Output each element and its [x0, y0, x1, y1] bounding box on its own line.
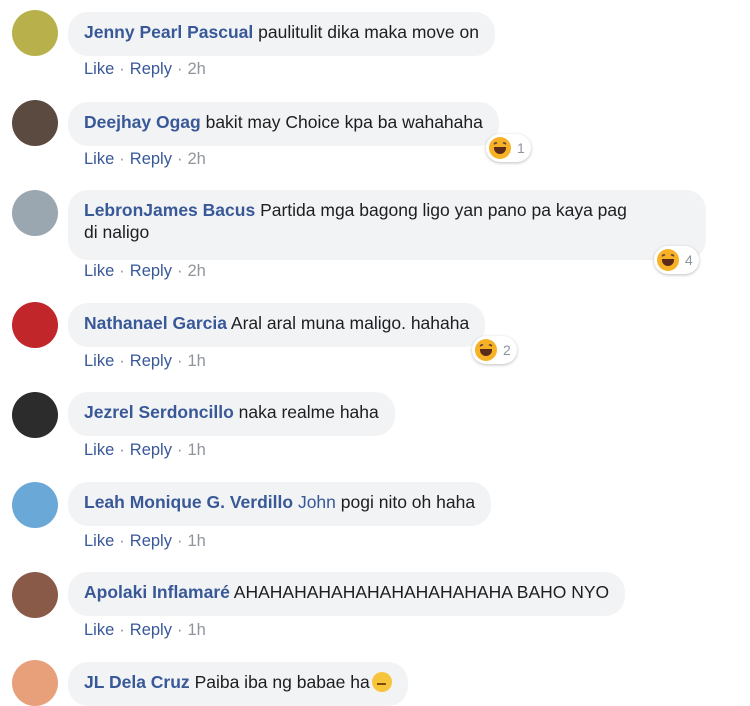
avatar[interactable]: [12, 190, 58, 236]
comment-actions: Like · Reply · 1h: [84, 621, 206, 639]
like-link[interactable]: Like: [84, 532, 114, 550]
like-link[interactable]: Like: [84, 621, 114, 639]
avatar[interactable]: [12, 660, 58, 706]
comment-actions: Like · Reply · 2h: [84, 150, 206, 168]
avatar[interactable]: [12, 572, 58, 618]
comment-time[interactable]: 2h: [187, 150, 205, 168]
comment-author[interactable]: Deejhay Ogag: [84, 112, 201, 132]
comment-text: bakit may Choice kpa ba wahahaha: [205, 112, 483, 132]
avatar[interactable]: [12, 10, 58, 56]
comment-bubble: Nathanael Garcia Aral aral muna maligo. …: [68, 303, 486, 347]
comment-time[interactable]: 1h: [187, 532, 205, 550]
comment-text: Paiba iba ng babae ha: [194, 672, 370, 692]
comment-time[interactable]: 1h: [187, 441, 205, 459]
comment-author[interactable]: Leah Monique G. Verdillo: [84, 492, 293, 512]
haha-reaction-icon: [657, 249, 679, 271]
comment-bubble: Apolaki Inflamaré AHAHAHAHAHAHAHAHAHAHAH…: [68, 572, 626, 616]
reaction-badge[interactable]: 2: [472, 336, 517, 364]
worried-face-icon: [371, 672, 392, 692]
like-link[interactable]: Like: [84, 150, 114, 168]
comment-text: Partida mga bagong ligo yan pano pa kaya…: [260, 200, 627, 220]
comment-bubble: Deejhay Ogag bakit may Choice kpa ba wah…: [68, 102, 499, 146]
reply-link[interactable]: Reply: [130, 60, 172, 78]
mention-link[interactable]: John: [298, 492, 336, 512]
reply-link[interactable]: Reply: [130, 150, 172, 168]
comment-text: Aral aral muna maligo. hahaha: [230, 313, 470, 333]
comment-actions: Like · Reply · 1h: [84, 532, 206, 550]
comment-bubble: Jenny Pearl Pascual paulitulit dika maka…: [68, 12, 495, 56]
avatar[interactable]: [12, 100, 58, 146]
comment-actions: Like · Reply · 1h: [84, 441, 206, 459]
avatar[interactable]: [12, 482, 58, 528]
comment-author[interactable]: JL Dela Cruz: [84, 672, 190, 692]
avatar[interactable]: [12, 392, 58, 438]
reply-link[interactable]: Reply: [130, 621, 172, 639]
comment-actions: Like · Reply · 2h: [84, 60, 206, 78]
reaction-count: 4: [685, 252, 693, 268]
reaction-badge[interactable]: 1: [486, 134, 531, 162]
comment-time[interactable]: 1h: [187, 621, 205, 639]
reaction-count: 2: [503, 342, 511, 358]
comment-text-continued: di naligo: [84, 222, 150, 242]
comment-bubble: JL Dela Cruz Paiba iba ng babae ha: [68, 662, 408, 706]
comment-bubble: LebronJames Bacus Partida mga bagong lig…: [68, 190, 706, 260]
haha-reaction-icon: [489, 137, 511, 159]
like-link[interactable]: Like: [84, 352, 114, 370]
comment-author[interactable]: Jenny Pearl Pascual: [84, 22, 253, 42]
comment-actions: Like · Reply · 1h: [84, 352, 206, 370]
comment-author[interactable]: Jezrel Serdoncillo: [84, 402, 234, 422]
like-link[interactable]: Like: [84, 60, 114, 78]
haha-reaction-icon: [475, 339, 497, 361]
comment-author[interactable]: Apolaki Inflamaré: [84, 582, 230, 602]
comment-time[interactable]: 1h: [187, 352, 205, 370]
reaction-badge[interactable]: 4: [654, 246, 699, 274]
comment-text: pogi nito oh haha: [340, 492, 476, 512]
comment-author[interactable]: LebronJames Bacus: [84, 200, 255, 220]
reply-link[interactable]: Reply: [130, 352, 172, 370]
comment-bubble: Jezrel Serdoncillo naka realme haha: [68, 392, 395, 436]
like-link[interactable]: Like: [84, 262, 114, 280]
comment-bubble: Leah Monique G. Verdillo John pogi nito …: [68, 482, 492, 526]
comment-time[interactable]: 2h: [187, 262, 205, 280]
comment-text: naka realme haha: [238, 402, 379, 422]
comment-actions: Like · Reply · 2h: [84, 262, 206, 280]
comment-author[interactable]: Nathanael Garcia: [84, 313, 227, 333]
comment-text: paulitulit dika maka move on: [258, 22, 479, 42]
like-link[interactable]: Like: [84, 441, 114, 459]
comment-time[interactable]: 2h: [187, 60, 205, 78]
reaction-count: 1: [517, 140, 525, 156]
reply-link[interactable]: Reply: [130, 262, 172, 280]
reply-link[interactable]: Reply: [130, 532, 172, 550]
avatar[interactable]: [12, 302, 58, 348]
comment-text: AHAHAHAHAHAHAHAHAHAHAHA BAHO NYO: [233, 582, 610, 602]
reply-link[interactable]: Reply: [130, 441, 172, 459]
